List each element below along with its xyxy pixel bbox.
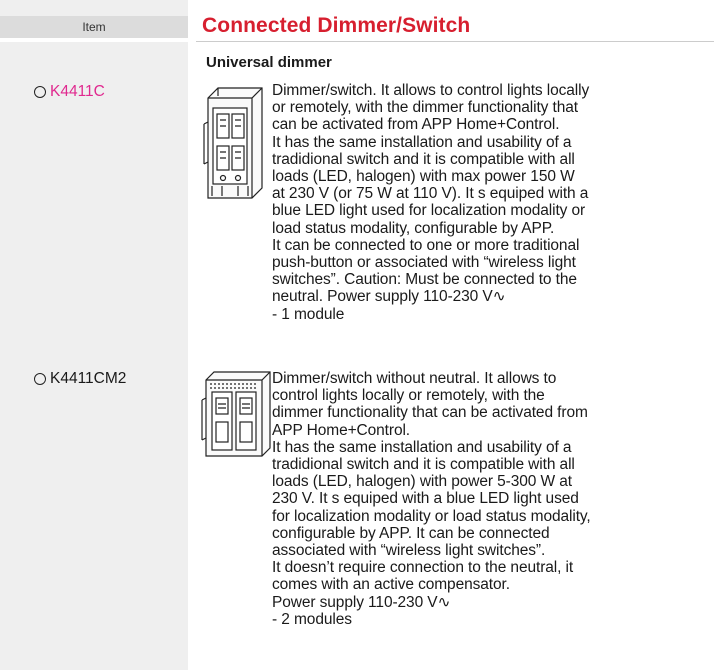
description-line: APP Home+Control. bbox=[272, 421, 411, 439]
product-description-k4411cm2: Dimmer/switch without neutral. It allows… bbox=[272, 370, 712, 628]
description-line: or remotely, with the dimmer functionali… bbox=[272, 99, 578, 117]
title-rule bbox=[196, 41, 714, 42]
product-code-label: K4411CM2 bbox=[50, 370, 127, 387]
description-line: configurable by APP. It can be connected bbox=[272, 524, 550, 542]
dimmer-2-module-icon bbox=[200, 370, 272, 465]
description-line: at 230 V (or 75 W at 110 V). It s equipe… bbox=[272, 185, 589, 203]
description-line: It has the same installation and usabili… bbox=[272, 438, 572, 456]
description-line: Dimmer/switch without neutral. It allows… bbox=[272, 370, 557, 387]
radio-icon[interactable] bbox=[34, 86, 46, 98]
product-code-k4411c[interactable]: K4411C bbox=[34, 83, 105, 101]
description-line: can be activated from APP Home+Control. bbox=[272, 116, 560, 134]
description-line: - 1 module bbox=[272, 305, 345, 323]
description-line: switches”. Caution: Must be connected to… bbox=[272, 271, 577, 289]
product-code-label: K4411C bbox=[50, 83, 105, 100]
product-description-k4411c: Dimmer/switch. It allows to control ligh… bbox=[272, 82, 712, 323]
column-divider bbox=[0, 38, 188, 42]
description-line: - 2 modules bbox=[272, 610, 352, 628]
description-line: It has the same installation and usabili… bbox=[272, 133, 572, 151]
description-line: loads (LED, halogen) with power 5-300 W … bbox=[272, 473, 572, 491]
description-line: neutral. Power supply 110-230 V∿ bbox=[272, 288, 506, 306]
description-line: tradidional switch and it is compatible … bbox=[272, 150, 575, 168]
description-line: control lights locally or remotely, with… bbox=[272, 387, 545, 405]
description-line: Power supply 110-230 V∿ bbox=[272, 593, 451, 611]
product-code-k4411cm2[interactable]: K4411CM2 bbox=[34, 370, 126, 388]
item-column-header: Item bbox=[0, 16, 188, 38]
description-line: for localization modality or load status… bbox=[272, 507, 591, 525]
description-line: load status modality, configurable by AP… bbox=[272, 219, 555, 237]
dimmer-module-icon bbox=[200, 84, 264, 207]
description-line: blue LED light used for localization mod… bbox=[272, 202, 586, 220]
section-title: Connected Dimmer/Switch bbox=[202, 14, 471, 37]
description-line: loads (LED, halogen) with max power 150 … bbox=[272, 168, 575, 186]
radio-icon[interactable] bbox=[34, 373, 46, 385]
description-line: Dimmer/switch. It allows to control ligh… bbox=[272, 82, 590, 99]
description-line: comes with an active compensator. bbox=[272, 576, 510, 594]
description-line: push-button or associated with “wireless… bbox=[272, 254, 576, 272]
description-line: It doesn’t require connection to the neu… bbox=[272, 559, 574, 577]
subheading: Universal dimmer bbox=[206, 54, 332, 71]
description-line: tradidional switch and it is compatible … bbox=[272, 456, 575, 474]
description-line: associated with “wireless light switches… bbox=[272, 542, 546, 560]
description-line: 230 V. It s equiped with a blue LED ligh… bbox=[272, 490, 579, 508]
description-line: dimmer functionality that can be activat… bbox=[272, 404, 588, 422]
description-line: It can be connected to one or more tradi… bbox=[272, 236, 580, 254]
